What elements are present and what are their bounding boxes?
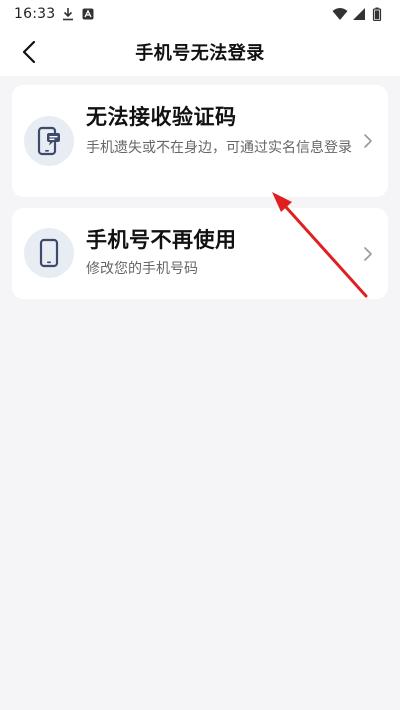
notification-icon [81,7,95,21]
back-button[interactable] [14,36,46,68]
chevron-right-icon [362,246,374,262]
option-description: 修改您的手机号码 [86,261,198,277]
option-text: 无法接收验证码 手机遗失或不在身边，可通过实名信息登录 [86,103,352,159]
option-title: 无法接收验证码 [86,105,237,129]
status-right [332,7,386,22]
signal-icon [352,7,366,21]
status-time: 16:33 [14,6,56,22]
page-title: 手机号无法登录 [135,43,265,64]
phone-message-icon [24,116,74,166]
option-title: 手机号不再使用 [86,228,237,252]
phone-icon [24,228,74,278]
wifi-icon [332,7,348,21]
chevron-right-icon [362,133,374,149]
status-left: 16:33 [14,6,95,22]
screen: 16:33 手机号无法登录 无法接收验证码 手机遗失或不在身边，可通过实名信息登… [0,0,400,710]
status-bar: 16:33 [0,0,400,28]
chevron-left-icon [22,40,36,64]
option-cannot-receive-code[interactable]: 无法接收验证码 手机遗失或不在身边，可通过实名信息登录 [12,85,388,197]
battery-icon [372,7,386,22]
download-icon [61,7,75,21]
option-description: 手机遗失或不在身边，可通过实名信息登录 [86,140,352,156]
option-number-no-longer-used[interactable]: 手机号不再使用 修改您的手机号码 [12,208,388,299]
option-text: 手机号不再使用 修改您的手机号码 [86,226,352,280]
nav-bar: 手机号无法登录 [0,28,400,76]
